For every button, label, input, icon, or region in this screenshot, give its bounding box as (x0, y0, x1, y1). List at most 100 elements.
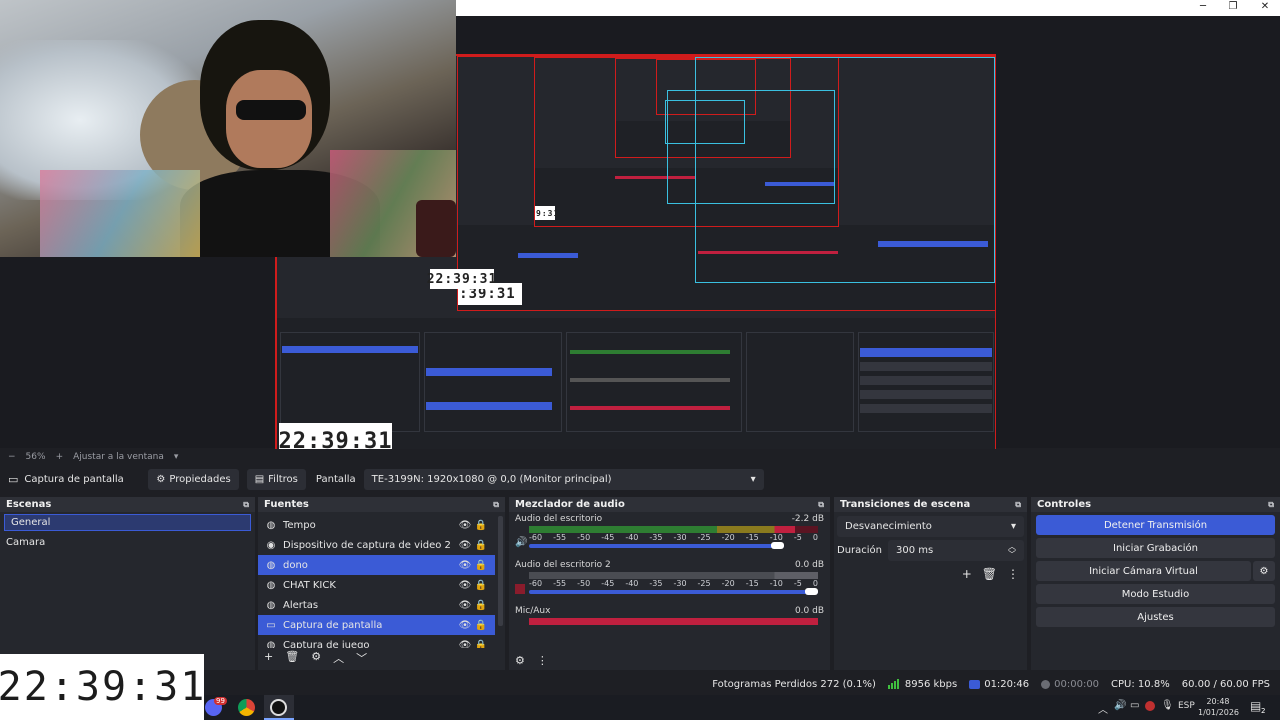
eye-icon[interactable]: 👁 (457, 620, 473, 631)
minimize-button[interactable]: ─ (1196, 1, 1210, 12)
scenes-title: Escenas (6, 499, 52, 510)
transition-select[interactable]: Desvanecimiento ▾ (837, 516, 1024, 537)
display-select[interactable]: TE-3199N: 1920x1080 @ 0,0 (Monitor princ… (363, 469, 764, 490)
sources-title: Fuentes (264, 499, 309, 510)
cpu-usage: CPU: 10.8% (1111, 678, 1170, 690)
undock-icon[interactable]: ⧉ (1268, 500, 1274, 510)
menu-dots-icon[interactable]: ⋮ (537, 654, 548, 667)
signal-icon (887, 679, 899, 689)
meter-ticks: -60 -55 -50 -45 -40 -35 -30 -25 -20 -15 -10 -5 0 (529, 533, 818, 542)
virtual-camera-settings-button[interactable]: ⚙ (1253, 561, 1275, 581)
mic-icon[interactable]: 🎙 (1161, 700, 1174, 711)
stream-icon (969, 679, 981, 689)
eye-icon[interactable]: 👁 (457, 540, 473, 551)
display-label: Pantalla (315, 474, 356, 485)
maximize-button[interactable]: ❐ (1226, 1, 1240, 12)
mixer-channel: Mic/Aux 0.0 dB (509, 604, 830, 627)
list-item[interactable]: ▭ Captura de pantalla 👁 🔒 (258, 615, 495, 635)
duration-label: Duración (837, 545, 883, 556)
notifications-icon[interactable]: ▤ (1250, 699, 1261, 713)
fps: 60.00 / 60.00 FPS (1181, 678, 1270, 690)
zoom-out-button[interactable]: − (8, 452, 16, 462)
volume-slider[interactable] (529, 542, 784, 549)
eye-icon[interactable]: 👁 (457, 640, 473, 649)
taskbar-clock[interactable]: 20:48 1/01/2026 (1198, 696, 1239, 718)
list-item[interactable]: ◉ Dispositivo de captura de video 2 👁 🔒 (258, 535, 495, 555)
battery-icon[interactable]: ▭ (1130, 700, 1139, 711)
lock-icon[interactable]: 🔒 (473, 600, 489, 611)
eye-icon[interactable]: 👁 (457, 600, 473, 611)
undock-icon[interactable]: ⧉ (493, 500, 499, 510)
start-virtual-camera-button[interactable]: Iniciar Cámara Virtual (1036, 561, 1251, 581)
selection-box-inner (665, 100, 745, 144)
speaker-icon[interactable]: 🔊 (515, 537, 527, 548)
filters-button[interactable]: ▤ Filtros (246, 469, 306, 490)
lock-icon[interactable]: 🔒 (473, 540, 489, 551)
eye-icon[interactable]: 👁 (457, 520, 473, 531)
eye-icon[interactable]: 👁 (457, 560, 473, 571)
add-icon[interactable]: + (962, 567, 972, 581)
lock-icon[interactable]: 🔒 (473, 620, 489, 631)
duration-spinbox[interactable]: 300 ms ︿ ﹀ (888, 540, 1024, 561)
app-tray-icon[interactable] (1145, 701, 1155, 711)
notification-badge: 99 (214, 697, 227, 705)
transitions-dock: Transiciones de escena ⧉ Desvanecimiento … (834, 497, 1027, 670)
gear-icon[interactable]: ⚙ (311, 650, 321, 666)
obs-taskbar-button[interactable] (264, 695, 294, 720)
stream-time: 01:20:46 (984, 678, 1030, 690)
undock-icon[interactable]: ⧉ (243, 500, 249, 510)
globe-icon: ◍ (266, 559, 276, 571)
dropped-frames: Fotogramas Perdidos 272 (0.1%) (712, 678, 876, 690)
eye-icon[interactable]: 👁 (457, 580, 473, 591)
speaker-icon[interactable]: 🔊 (1114, 700, 1126, 711)
lock-icon[interactable]: 🔒 (473, 520, 489, 531)
list-item[interactable]: ◍ dono 👁 🔒 (258, 555, 495, 575)
list-item[interactable]: ◍ Tempo 👁 🔒 (258, 515, 495, 535)
list-item[interactable]: ◍ CHAT KICK 👁 🔒 (258, 575, 495, 595)
lock-icon[interactable]: 🔒 (473, 640, 489, 649)
settings-button[interactable]: Ajustes (1036, 607, 1275, 627)
lock-icon[interactable]: 🔒 (473, 580, 489, 591)
studio-mode-button[interactable]: Modo Estudio (1036, 584, 1275, 604)
muted-speaker-icon[interactable] (515, 584, 525, 594)
properties-button[interactable]: ⚙ Propiedades (148, 469, 239, 490)
chevron-down-icon[interactable]: ﹀ (356, 650, 367, 666)
monitor-icon: ▭ (266, 619, 276, 631)
gear-icon: ⚙ (156, 474, 166, 485)
menu-dots-icon[interactable]: ⋮ (1007, 567, 1019, 581)
close-button[interactable]: ✕ (1258, 1, 1272, 12)
undock-icon[interactable]: ⧉ (1015, 500, 1021, 510)
scene-item[interactable]: Camara (0, 534, 255, 551)
mixer-channel: Audio del escritorio 2 0.0 dB -60 -55 -50 -4… (509, 558, 830, 596)
lock-icon[interactable]: 🔒 (473, 560, 489, 571)
chevron-down-icon: ▾ (1010, 521, 1016, 532)
settings-icon[interactable]: ⚙ (515, 654, 525, 667)
list-item[interactable]: ◍ Captura de juego 👁 🔒 (258, 635, 495, 649)
volume-slider[interactable] (529, 588, 818, 595)
selected-source-name: Captura de pantalla (24, 474, 124, 485)
scenes-dock: Escenas ⧉ General Camara (0, 497, 255, 670)
record-icon (1041, 679, 1051, 689)
stop-streaming-button[interactable]: Detener Transmisión (1036, 515, 1275, 535)
start-recording-button[interactable]: Iniciar Grabación (1036, 538, 1275, 558)
undock-icon[interactable]: ⧉ (818, 500, 824, 510)
scene-item[interactable]: General (4, 514, 251, 531)
zoom-in-button[interactable]: + (56, 452, 64, 462)
trash-icon[interactable]: 🗑 (285, 650, 299, 666)
record-time: 00:00:00 (1054, 678, 1100, 690)
chevron-up-icon[interactable]: ︿ (333, 650, 344, 666)
add-icon[interactable]: + (264, 650, 273, 666)
chevron-up-icon[interactable]: ︿ (1098, 701, 1108, 716)
chevron-down-icon[interactable]: ▾ (174, 452, 179, 462)
trash-icon[interactable]: 🗑 (982, 567, 997, 581)
window-titlebar: ─ ❐ ✕ (456, 0, 1280, 16)
list-item[interactable]: ◍ Alertas 👁 🔒 (258, 595, 495, 615)
mixer-channel: Audio del escritorio -2.2 dB -60 -55 -50 -45… (515, 514, 824, 549)
chrome-icon[interactable] (238, 699, 255, 716)
webcam-feed (0, 0, 456, 257)
scrollbar[interactable] (498, 516, 503, 626)
zoom-fit-label[interactable]: Ajustar a la ventana (73, 452, 164, 462)
language-indicator[interactable]: ESP (1178, 701, 1195, 711)
preview-area[interactable]: 22:39:31 22:39:31 22:39:31 (0, 0, 1280, 459)
volume-meter (529, 572, 818, 579)
